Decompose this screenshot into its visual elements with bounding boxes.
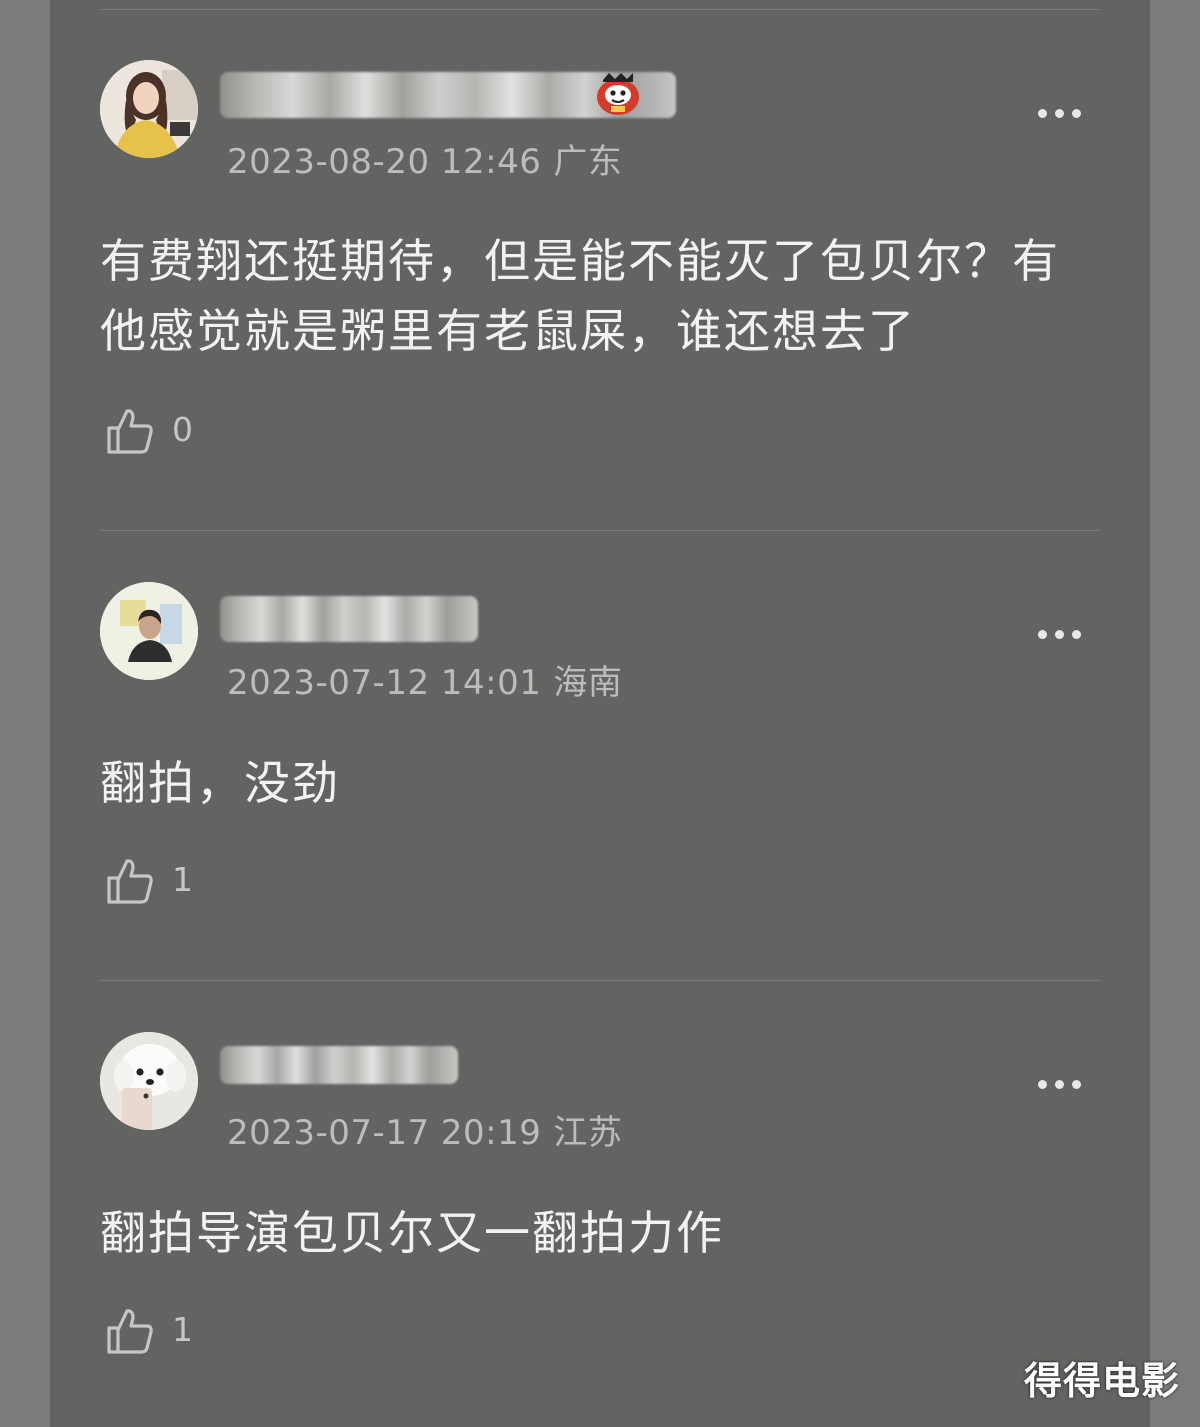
comment-divider [100, 530, 1100, 531]
comment-meta: 2023-08-20 12:46 广东 [227, 134, 622, 183]
thumbs-up-icon [107, 859, 153, 904]
like-count: 1 [172, 1310, 193, 1349]
user-avatar[interactable] [100, 582, 198, 680]
more-options-icon[interactable] [1036, 628, 1084, 640]
like-count: 0 [172, 410, 193, 449]
username-obscured[interactable] [220, 596, 478, 642]
comment-date: 2023-07-12 14:01 [227, 663, 542, 703]
thumbs-up-icon [107, 409, 153, 454]
comment-location: 广东 [553, 142, 623, 182]
comment-text-line: 翻拍导演包贝尔又一翻拍力作 [100, 1206, 724, 1260]
comment-page: 2023-08-20 12:46 广东 有费翔还挺期待，但是能不能灭了包贝尔？有 … [0, 0, 1200, 1427]
comment-text: 有费翔还挺期待，但是能不能灭了包贝尔？有 他感觉就是粥里有老鼠屎，谁还想去了 [100, 226, 1100, 366]
avatar-young-man-icon [100, 582, 198, 680]
comment-location: 江苏 [553, 1113, 623, 1153]
comment-date: 2023-08-20 12:46 [227, 142, 542, 182]
comment-meta: 2023-07-17 20:19 江苏 [227, 1105, 622, 1154]
avatar-white-dog-icon [100, 1032, 198, 1130]
red-lucky-cat-badge-icon [597, 73, 639, 115]
like-count: 1 [172, 860, 193, 899]
comment-text: 翻拍，没劲 [100, 748, 1100, 818]
comment-text-line: 翻拍，没劲 [100, 756, 340, 810]
avatar-woman-icon [100, 60, 198, 158]
comment-location: 海南 [553, 663, 623, 703]
comment-text-line: 有费翔还挺期待，但是能不能灭了包贝尔？有 [100, 234, 1060, 288]
user-avatar[interactable] [100, 1032, 198, 1130]
user-avatar[interactable] [100, 60, 198, 158]
comment-text: 翻拍导演包贝尔又一翻拍力作 [100, 1198, 1100, 1268]
more-options-icon[interactable] [1036, 1078, 1084, 1090]
comment-date: 2023-07-17 20:19 [227, 1113, 542, 1153]
top-divider [100, 9, 1100, 10]
thumbs-up-icon [107, 1309, 153, 1354]
username-obscured[interactable] [220, 1046, 458, 1084]
watermark: 得得电影 [1023, 1359, 1180, 1403]
comment-text-line: 他感觉就是粥里有老鼠屎，谁还想去了 [100, 304, 916, 358]
comment-divider [100, 980, 1100, 981]
more-options-icon[interactable] [1036, 107, 1084, 119]
comment-meta: 2023-07-12 14:01 海南 [227, 655, 622, 704]
